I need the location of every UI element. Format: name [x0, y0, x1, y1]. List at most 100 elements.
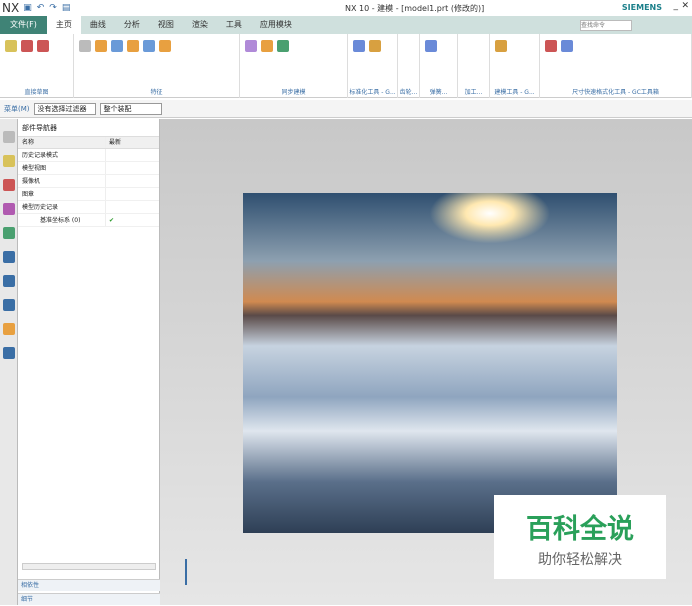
resource-bar [0, 119, 18, 605]
group-label: 特征 [150, 89, 163, 96]
tab-tools[interactable]: 工具 [217, 16, 251, 34]
siemens-logo: SIEMENS [621, 3, 662, 12]
column-latest[interactable]: 最新 [106, 137, 152, 148]
selection-filter-dropdown[interactable]: 没有选择过滤器 [33, 102, 96, 115]
web-browser-icon[interactable] [3, 251, 15, 263]
reuse-library-icon[interactable] [3, 227, 15, 239]
group-machining: 加工... [458, 34, 490, 98]
row-name: 图章 [18, 188, 106, 200]
part-navigator-icon[interactable] [3, 203, 15, 215]
shell-icon[interactable] [143, 40, 155, 52]
save-icon[interactable]: ▣ [23, 3, 32, 13]
row-name: 基准坐标系 (0) [18, 214, 106, 226]
redo-icon[interactable]: ↷ [49, 3, 57, 13]
close-icon[interactable]: ✕ [681, 1, 689, 11]
window-title: NX 10 - 建模 - [model1.prt (修改的)] [345, 4, 485, 13]
role-icon[interactable] [3, 347, 15, 359]
sketch-icon[interactable] [5, 40, 17, 52]
undo-icon[interactable]: ↶ [37, 3, 45, 13]
row-name: 模型视图 [18, 162, 106, 174]
coordinate-triad-icon [185, 559, 187, 585]
tree-row[interactable]: 基准坐标系 (0) ✔ [18, 214, 159, 227]
row-name: 历史记录模式 [18, 149, 106, 161]
tool-icon[interactable] [353, 40, 365, 52]
tool-icon[interactable] [369, 40, 381, 52]
pull-face-icon[interactable] [261, 40, 273, 52]
selection-toolbar: 菜单(M) 没有选择过滤器 整个装配 [0, 100, 692, 118]
group-label: 同步建模 [281, 89, 306, 96]
row-name: 摄像机 [18, 175, 106, 187]
line-icon[interactable] [21, 40, 33, 52]
minimize-icon[interactable]: _ [674, 1, 679, 11]
title-bar: NX ▣ ↶ ↷ ▤ NX 10 - 建模 - [model1.prt (修改的… [0, 0, 692, 16]
settings-icon[interactable] [3, 131, 15, 143]
watermark: 百科全说 助你轻松解决 [494, 495, 666, 579]
group-dimension-tools: 尺寸快速格式化工具 - GC工具箱 [540, 34, 692, 98]
navigator-title: 部件导航器 [18, 119, 159, 137]
more-icon[interactable] [159, 40, 171, 52]
group-label: 直接草图 [24, 89, 49, 96]
row-latest: ✔ [109, 217, 115, 224]
group-label: 标准化工具 - G... [349, 89, 396, 96]
datum-plane-icon[interactable] [79, 40, 91, 52]
constraint-navigator-icon[interactable] [3, 179, 15, 191]
row-latest [106, 162, 152, 174]
tab-file[interactable]: 文件(F) [0, 16, 47, 34]
tab-curve[interactable]: 曲线 [81, 16, 115, 34]
group-gear: 齿轮... [398, 34, 420, 98]
group-modeling-tools: 建模工具 - G... [490, 34, 540, 98]
history-icon[interactable] [3, 275, 15, 287]
tree-row[interactable]: 模型视图 [18, 162, 159, 175]
group-feature: 特征 [74, 34, 240, 98]
group-spring: 弹簧... [420, 34, 458, 98]
dimension-icon[interactable] [545, 40, 557, 52]
dimension-icon[interactable] [561, 40, 573, 52]
navigator-header: 名称 最新 [18, 137, 159, 149]
row-latest [106, 188, 152, 200]
watermark-subtitle: 助你轻松解决 [538, 552, 622, 568]
tree-row[interactable]: 图章 [18, 188, 159, 201]
tab-home[interactable]: 主页 [46, 16, 81, 34]
row-latest [106, 149, 152, 161]
extrude-icon[interactable] [95, 40, 107, 52]
replace-face-icon[interactable] [277, 40, 289, 52]
tool-icon[interactable] [495, 40, 507, 52]
group-direct-sketch: 直接草图 [0, 34, 74, 98]
command-search-input[interactable] [580, 20, 632, 31]
tree-row[interactable]: 模型历史记录 [18, 201, 159, 214]
group-label: 加工... [464, 89, 483, 96]
unite-icon[interactable] [127, 40, 139, 52]
nx-logo: NX [2, 1, 20, 15]
palette-icon[interactable] [3, 323, 15, 335]
ribbon: 直接草图 特征 同步建模 标准化工具 - G... 齿轮... 弹簧... 加工… [0, 34, 692, 98]
details-panel[interactable]: 细节 [18, 593, 160, 605]
hole-icon[interactable] [111, 40, 123, 52]
graphics-window[interactable]: 百科全说 助你轻松解决 [160, 119, 692, 605]
part-navigator: 部件导航器 名称 最新 历史记录模式 模型视图 摄像机 图章 模型历史记录 基准坐… [18, 119, 160, 605]
group-sync-modeling: 同步建模 [240, 34, 348, 98]
tab-render[interactable]: 渲染 [183, 16, 217, 34]
group-label: 弹簧... [429, 89, 448, 96]
tab-applications[interactable]: 应用模块 [251, 16, 301, 34]
row-name: 模型历史记录 [18, 201, 106, 213]
watermark-title: 百科全说 [526, 514, 634, 545]
move-face-icon[interactable] [245, 40, 257, 52]
tree-row[interactable]: 摄像机 [18, 175, 159, 188]
assembly-navigator-icon[interactable] [3, 155, 15, 167]
scope-dropdown[interactable]: 整个装配 [99, 102, 162, 115]
horizontal-scrollbar[interactable] [22, 563, 156, 570]
clock-icon[interactable] [3, 299, 15, 311]
spring-icon[interactable] [425, 40, 437, 52]
menu-button[interactable]: 菜单(M) [4, 104, 30, 114]
tab-analysis[interactable]: 分析 [115, 16, 149, 34]
tab-view[interactable]: 视图 [149, 16, 183, 34]
arc-icon[interactable] [37, 40, 49, 52]
window-icon[interactable]: ▤ [62, 3, 71, 13]
dependencies-panel[interactable]: 相依性 [18, 579, 160, 591]
row-latest [106, 201, 152, 213]
group-label: 尺寸快速格式化工具 - GC工具箱 [572, 89, 659, 96]
group-label: 建模工具 - G... [494, 89, 535, 96]
tree-row[interactable]: 历史记录模式 [18, 149, 159, 162]
column-name[interactable]: 名称 [18, 137, 106, 148]
group-standard: 标准化工具 - G... [348, 34, 398, 98]
